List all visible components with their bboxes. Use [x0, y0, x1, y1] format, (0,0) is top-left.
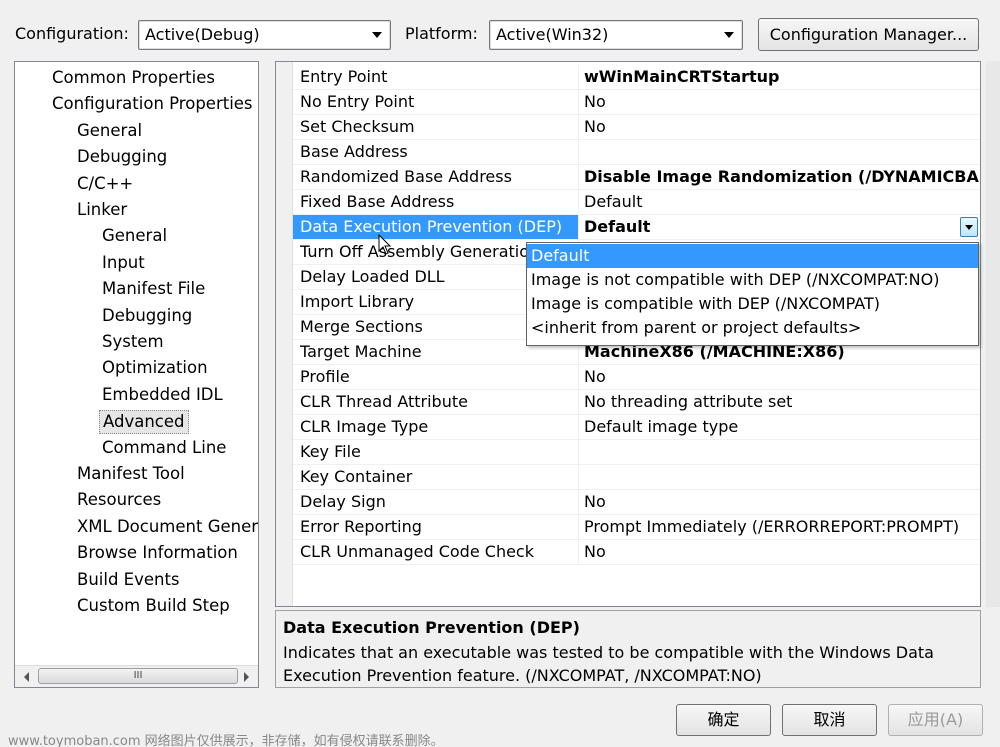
property-name: Data Execution Prevention (DEP) — [293, 215, 579, 239]
cancel-button[interactable]: 取消 — [782, 704, 877, 736]
property-row[interactable]: Set Checksum No — [293, 115, 980, 140]
property-row[interactable]: Data Execution Prevention (DEP) Default — [293, 215, 980, 240]
configuration-label: Configuration: — [15, 24, 129, 43]
property-value[interactable]: No — [580, 115, 980, 139]
ok-button[interactable]: 确定 — [676, 704, 771, 736]
tree-item[interactable]: Command Line — [99, 437, 229, 459]
property-row[interactable]: CLR Image Type Default image type — [293, 415, 980, 440]
tree-item[interactable]: Build Events — [74, 569, 183, 591]
tree-item[interactable]: Linker — [74, 199, 130, 221]
property-value[interactable]: wWinMainCRTStartup — [580, 65, 980, 89]
dropdown-option[interactable]: <inherit from parent or project defaults… — [527, 316, 978, 340]
platform-value: Active(Win32) — [496, 25, 609, 44]
tree-item[interactable]: Embedded IDL — [99, 384, 226, 406]
tree-item[interactable]: General — [74, 120, 145, 142]
property-name: CLR Image Type — [293, 415, 579, 439]
property-value[interactable]: Default — [580, 190, 980, 214]
property-row[interactable]: Key Container — [293, 465, 980, 490]
tree-item[interactable]: Advanced — [99, 410, 189, 435]
tree-item[interactable]: Input — [99, 252, 148, 274]
property-name: CLR Thread Attribute — [293, 390, 579, 414]
property-name: Set Checksum — [293, 115, 579, 139]
property-row[interactable]: CLR Thread Attribute No threading attribu… — [293, 390, 980, 415]
tree-item[interactable]: Optimization — [99, 357, 211, 379]
property-row[interactable]: No Entry Point No — [293, 90, 980, 115]
property-name: No Entry Point — [293, 90, 579, 114]
scroll-right-icon[interactable] — [244, 672, 249, 682]
property-name: Fixed Base Address — [293, 190, 579, 214]
dropdown-option[interactable]: Image is not compatible with DEP (/NXCOM… — [527, 268, 978, 292]
tree-item[interactable]: General — [99, 225, 170, 247]
property-value[interactable]: No — [580, 490, 980, 514]
tree-item[interactable]: XML Document Generat — [74, 516, 258, 538]
configuration-value: Active(Debug) — [145, 25, 260, 44]
property-name: Randomized Base Address — [293, 165, 579, 189]
property-name: Key File — [293, 440, 579, 464]
property-row[interactable]: Fixed Base Address Default — [293, 190, 980, 215]
property-name: Entry Point — [293, 65, 579, 89]
property-value[interactable]: No — [580, 540, 980, 564]
tree-item[interactable]: Debugging — [74, 146, 170, 168]
property-value[interactable]: No — [580, 365, 980, 389]
property-row[interactable]: Entry Point wWinMainCRTStartup — [293, 65, 980, 90]
property-value[interactable]: Default — [580, 215, 980, 239]
tree-item[interactable]: C/C++ — [74, 173, 136, 195]
platform-select[interactable]: Active(Win32) — [489, 20, 743, 50]
dropdown-option[interactable]: Default — [527, 244, 978, 268]
description-panel: Data Execution Prevention (DEP) Indicate… — [275, 610, 981, 688]
configuration-select[interactable]: Active(Debug) — [138, 20, 391, 50]
tree-item[interactable]: System — [99, 331, 167, 353]
dep-dropdown-list[interactable]: Default Image is not compatible with DEP … — [526, 242, 979, 346]
property-row[interactable]: Delay Sign No — [293, 490, 980, 515]
property-row[interactable]: Base Address — [293, 140, 980, 165]
horizontal-scrollbar[interactable]: III — [15, 665, 258, 687]
property-value[interactable]: Prompt Immediately (/ERRORREPORT:PROMPT) — [580, 515, 980, 539]
property-name: CLR Unmanaged Code Check — [293, 540, 579, 564]
watermark: www.toymoban.com 网络图片仅供展示，非存储，如有侵权请联系删除。 — [8, 734, 444, 747]
property-value[interactable]: Default image type — [580, 415, 980, 439]
property-row[interactable]: Profile No — [293, 365, 980, 390]
dropdown-option[interactable]: Image is compatible with DEP (/NXCOMPAT) — [527, 292, 978, 316]
tree-item[interactable]: Browse Information — [74, 542, 241, 564]
tree-item[interactable]: Custom Build Step — [74, 595, 233, 617]
property-value[interactable]: No — [580, 90, 980, 114]
tree-item[interactable]: Debugging — [99, 305, 195, 327]
chevron-down-icon — [372, 32, 382, 38]
vertical-scrollbar[interactable] — [986, 61, 1000, 607]
property-name: Profile — [293, 365, 579, 389]
property-name: Delay Sign — [293, 490, 579, 514]
apply-button[interactable]: 应用(A) — [888, 704, 983, 736]
property-value[interactable]: Disable Image Randomization (/DYNAMICBAS… — [580, 165, 980, 189]
grid-gutter — [276, 62, 293, 606]
description-title: Data Execution Prevention (DEP) — [283, 618, 580, 637]
property-name: Base Address — [293, 140, 579, 164]
property-row[interactable]: CLR Unmanaged Code Check No — [293, 540, 980, 565]
property-value[interactable] — [580, 140, 980, 164]
platform-label: Platform: — [405, 24, 478, 43]
tree-item[interactable]: Resources — [74, 489, 164, 511]
dropdown-arrow-icon[interactable] — [960, 217, 978, 237]
tree-item[interactable]: Manifest Tool — [74, 463, 188, 485]
tree-item[interactable]: Manifest File — [99, 278, 208, 300]
scroll-left-icon[interactable] — [24, 672, 29, 682]
property-row[interactable]: Key File — [293, 440, 980, 465]
configuration-manager-button[interactable]: Configuration Manager... — [758, 18, 979, 51]
property-value[interactable]: No threading attribute set — [580, 390, 980, 414]
mouse-cursor-icon — [378, 234, 392, 255]
property-value[interactable] — [580, 440, 980, 464]
chevron-down-icon — [724, 32, 734, 38]
property-value[interactable] — [580, 465, 980, 489]
property-row[interactable]: Randomized Base Address Disable Image Ran… — [293, 165, 980, 190]
tree-item[interactable]: Common Properties — [49, 67, 218, 89]
description-body: Indicates that an executable was tested … — [283, 643, 934, 685]
tree-item[interactable]: Configuration Properties — [49, 93, 256, 115]
property-name: Error Reporting — [293, 515, 579, 539]
property-tree[interactable]: Common Properties Configuration Propertie… — [14, 61, 259, 688]
property-row[interactable]: Error Reporting Prompt Immediately (/ERRO… — [293, 515, 980, 540]
property-name: Key Container — [293, 465, 579, 489]
scroll-thumb[interactable]: III — [38, 668, 238, 684]
